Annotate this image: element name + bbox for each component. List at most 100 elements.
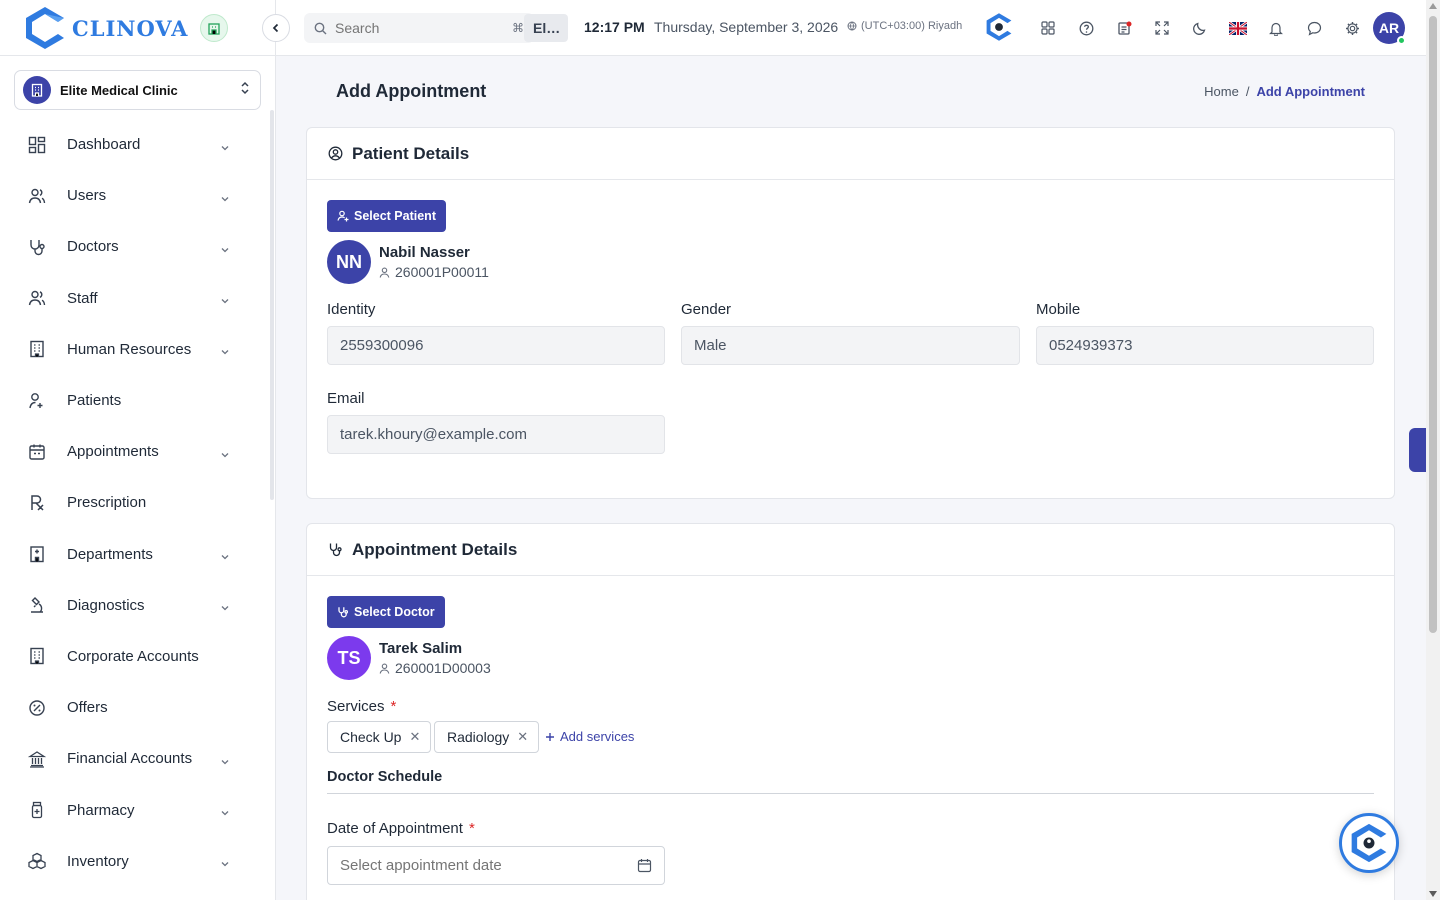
select-doctor-button[interactable]: Select Doctor: [327, 596, 445, 628]
appointment-date-input[interactable]: [340, 857, 637, 874]
service-tag: Check Up ✕: [327, 721, 432, 753]
scroll-up-arrow-icon[interactable]: [1429, 3, 1437, 9]
notes-icon[interactable]: [1114, 18, 1134, 38]
chevron-down-icon: [220, 754, 230, 765]
chevron-down-icon: [220, 856, 230, 867]
sidebar-item-patients[interactable]: Patients: [0, 375, 270, 426]
clinic-selector[interactable]: Elite Medical Clinic: [14, 70, 261, 110]
date-label-text: Date of Appointment: [327, 820, 463, 837]
notifications-bell-icon[interactable]: [1266, 18, 1286, 38]
microscope-icon: [28, 596, 46, 614]
user-avatar[interactable]: AR: [1373, 12, 1406, 45]
app-name: CLINOVA: [72, 15, 189, 41]
search-shortcut: ⌘: [512, 21, 524, 35]
app-logo[interactable]: CLINOVA: [24, 4, 229, 52]
sidebar-item-label: Financial Accounts: [67, 750, 193, 768]
chevron-down-icon: [220, 805, 230, 816]
sidebar-item-label: Inventory: [67, 852, 129, 870]
search-box[interactable]: ⌘: [304, 13, 534, 43]
sidebar-item-label: Diagnostics: [67, 596, 145, 614]
remove-service-icon[interactable]: ✕: [517, 729, 528, 745]
breadcrumb: Home / Add Appointment: [1204, 84, 1365, 99]
sidebar-item-label: Dashboard: [67, 136, 141, 154]
clinic-home-icon[interactable]: [200, 14, 229, 42]
sidebar-item-dashboard[interactable]: Dashboard: [0, 119, 270, 170]
chevron-left-icon: [272, 23, 279, 33]
search-icon: [314, 22, 327, 34]
mobile-field[interactable]: 0524939373: [1036, 326, 1374, 365]
doctor-schedule-heading: Doctor Schedule: [327, 769, 443, 785]
breadcrumb-current: Add Appointment: [1256, 84, 1365, 99]
sidebar-scrollbar[interactable]: [270, 110, 274, 500]
sidebar-item-offers[interactable]: Offers: [0, 682, 270, 733]
user-icon: [379, 267, 390, 278]
stethoscope-icon: [28, 238, 46, 256]
sidebar-item-appointments[interactable]: Appointments: [0, 426, 270, 477]
calendar-icon[interactable]: [637, 858, 652, 873]
scroll-down-arrow-icon[interactable]: [1429, 891, 1437, 897]
selected-doctor: TS Tarek Salim 260001D00003: [327, 636, 491, 680]
staff-icon: [28, 289, 46, 307]
patient-code-row: 260001P00011: [379, 264, 489, 280]
user-initials: AR: [1378, 20, 1400, 36]
doctor-code: 260001D00003: [395, 660, 491, 676]
appointment-details-card: Appointment Details Select Doctor TS Tar…: [306, 523, 1395, 900]
medicine-bottle-icon: [28, 801, 46, 819]
identity-field[interactable]: 2559300096: [327, 326, 665, 365]
fullscreen-icon[interactable]: [1152, 18, 1172, 38]
page-scrollbar-thumb[interactable]: [1429, 16, 1437, 633]
sidebar-item-prescription[interactable]: Prescription: [0, 477, 270, 528]
doctor-avatar: TS: [327, 636, 371, 680]
sidebar-item-human-resources[interactable]: Human Resources: [0, 324, 270, 375]
discount-icon: [28, 699, 46, 717]
sidebar-item-pharmacy[interactable]: Pharmacy: [0, 784, 270, 835]
sidebar-item-financial-accounts[interactable]: Financial Accounts: [0, 733, 270, 784]
search-input[interactable]: [335, 20, 512, 36]
sidebar-item-inventory[interactable]: Inventory: [0, 836, 270, 887]
dashboard-icon: [28, 136, 46, 154]
gender-field[interactable]: Male: [681, 326, 1020, 365]
patient-name: Nabil Nasser: [379, 244, 470, 261]
sidebar-item-staff[interactable]: Staff: [0, 273, 270, 324]
doctor-code-row: 260001D00003: [379, 660, 491, 676]
sidebar-item-label: Doctors: [67, 238, 119, 256]
select-patient-button[interactable]: Select Patient: [327, 200, 446, 232]
identity-label: Identity: [327, 301, 376, 318]
sidebar-item-label: Departments: [67, 545, 153, 563]
sidebar-item-corporate-accounts[interactable]: Corporate Accounts: [0, 631, 270, 682]
settings-gear-icon[interactable]: [1342, 18, 1362, 38]
dark-mode-moon-icon[interactable]: [1190, 18, 1210, 38]
bank-icon: [28, 750, 46, 768]
sidebar-item-label: Prescription: [67, 494, 147, 512]
breadcrumb-separator: /: [1245, 84, 1250, 99]
chat-icon[interactable]: [1304, 18, 1324, 38]
chevron-down-icon: [220, 293, 230, 304]
assistant-chat-button[interactable]: [1339, 813, 1399, 873]
side-panel-toggle[interactable]: [1409, 428, 1426, 472]
chevron-down-icon: [220, 447, 230, 458]
page-scrollbar[interactable]: [1426, 0, 1440, 900]
services-label: Services *: [327, 698, 396, 715]
clinova-app-icon[interactable]: [984, 12, 1014, 42]
appointment-date-field[interactable]: [327, 846, 665, 885]
sidebar-item-doctors[interactable]: Doctors: [0, 221, 270, 272]
sidebar-item-departments[interactable]: Departments: [0, 529, 270, 580]
sidebar-item-users[interactable]: Users: [0, 170, 270, 221]
uk-flag-icon[interactable]: [1228, 18, 1248, 38]
remove-service-icon[interactable]: ✕: [409, 729, 420, 745]
breadcrumb-home[interactable]: Home: [1204, 84, 1239, 99]
help-icon[interactable]: [1076, 18, 1096, 38]
stethoscope-icon: [338, 607, 349, 618]
collapse-sidebar-button[interactable]: [262, 14, 290, 42]
email-field[interactable]: tarek.khoury@example.com: [327, 415, 665, 454]
sidebar-item-diagnostics[interactable]: Diagnostics: [0, 580, 270, 631]
email-label: Email: [327, 390, 365, 407]
service-tag: Radiology ✕: [434, 721, 540, 753]
clinic-chip[interactable]: El…: [524, 14, 568, 42]
patient-details-card: Patient Details Select Patient NN Nabil …: [306, 127, 1395, 499]
add-services-label: Add services: [560, 729, 635, 744]
boxes-icon: [28, 852, 46, 870]
patient-icon: [28, 392, 46, 410]
apps-grid-icon[interactable]: [1038, 18, 1058, 38]
add-services-button[interactable]: Add services: [545, 729, 634, 744]
